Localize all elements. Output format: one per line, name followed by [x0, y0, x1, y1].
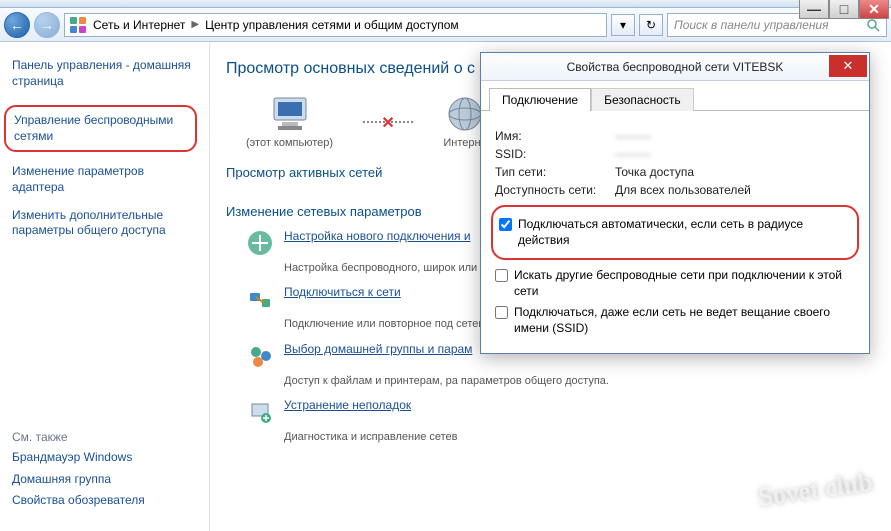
prop-type-value: Точка доступа [615, 165, 694, 179]
computer-label: (этот компьютер) [246, 137, 333, 149]
window-titlebar: — □ ✕ [0, 0, 891, 8]
prop-avail-label: Доступность сети: [495, 183, 615, 197]
forward-button[interactable]: → [34, 12, 60, 38]
check-auto-connect-label: Подключаться автоматически, если сеть в … [518, 217, 851, 248]
dialog-titlebar[interactable]: Свойства беспроводной сети VITEBSK ✕ [481, 53, 869, 81]
sidebar-link-wireless-manage[interactable]: Управление беспроводными сетями [4, 105, 197, 152]
chevron-right-icon: ▶ [191, 19, 199, 30]
check-search-other[interactable]: Искать другие беспроводные сети при подк… [495, 268, 855, 299]
sidebar-link-internet-options[interactable]: Свойства обозревателя [12, 493, 197, 509]
homegroup-icon [246, 342, 274, 370]
troubleshoot-icon [246, 398, 274, 426]
window-close-button[interactable]: ✕ [859, 0, 889, 19]
check-auto-connect-input[interactable] [499, 218, 512, 231]
tab-security[interactable]: Безопасность [591, 88, 694, 111]
check-hidden-ssid[interactable]: Подключаться, даже если сеть не ведет ве… [495, 305, 855, 336]
back-button[interactable]: ← [4, 12, 30, 38]
sidebar-link-sharing-settings[interactable]: Изменить дополнительные параметры общего… [12, 208, 197, 239]
check-auto-connect[interactable]: Подключаться автоматически, если сеть в … [499, 217, 851, 248]
connection-broken-icon: ✕ [381, 113, 394, 133]
task-desc: Диагностика и исправление сетев [284, 430, 875, 444]
connection-line: ✕ [363, 121, 413, 123]
prop-name-value: ——— [615, 129, 651, 143]
prop-name-label: Имя: [495, 129, 615, 143]
task-link: Настройка нового подключения и [284, 229, 471, 243]
breadcrumb-item[interactable]: Сеть и Интернет [93, 18, 185, 32]
network-sharing-icon [69, 16, 87, 34]
computer-icon [268, 94, 312, 134]
dialog-body: Имя:——— SSID:——— Тип сети:Точка доступа … [481, 110, 869, 353]
dialog-close-button[interactable]: ✕ [829, 55, 867, 77]
check-hidden-ssid-label: Подключаться, даже если сеть не ведет ве… [514, 305, 855, 336]
check-search-other-label: Искать другие беспроводные сети при подк… [514, 268, 855, 299]
sidebar-see-also-header: См. также [12, 430, 197, 444]
wireless-properties-dialog: Свойства беспроводной сети VITEBSK ✕ Под… [480, 52, 870, 354]
check-hidden-ssid-input[interactable] [495, 306, 508, 319]
dialog-title-text: Свойства беспроводной сети VITEBSK [567, 60, 784, 74]
sidebar-link-homegroup[interactable]: Домашняя группа [12, 472, 197, 488]
address-bar[interactable]: Сеть и Интернет ▶ Центр управления сетям… [64, 13, 607, 37]
tab-connection[interactable]: Подключение [489, 88, 591, 111]
window-maximize-button[interactable]: □ [829, 0, 859, 19]
sidebar-home-link[interactable]: Панель управления - домашняя страница [12, 58, 197, 89]
task-link: Подключиться к сети [284, 285, 401, 299]
address-dropdown-button[interactable]: ▾ [611, 14, 635, 36]
connect-network-icon [246, 285, 274, 313]
search-placeholder: Поиск в панели управления [674, 18, 829, 32]
sidebar-link-firewall[interactable]: Брандмауэр Windows [12, 450, 197, 466]
search-icon [866, 18, 880, 32]
prop-ssid-label: SSID: [495, 147, 615, 161]
prop-type-label: Тип сети: [495, 165, 615, 179]
prop-avail-value: Для всех пользователей [615, 183, 751, 197]
task-link: Устранение неполадок [284, 398, 411, 412]
new-connection-icon [246, 229, 274, 257]
refresh-button[interactable]: ↻ [639, 14, 663, 36]
prop-ssid-value: ——— [615, 147, 651, 161]
task-link: Выбор домашней группы и парам [284, 342, 472, 356]
sidebar-link-adapter-settings[interactable]: Изменение параметров адаптера [12, 164, 197, 195]
nav-bar: ← → Сеть и Интернет ▶ Центр управления с… [0, 8, 891, 42]
task-desc: Доступ к файлам и принтерам, ра параметр… [284, 374, 875, 388]
window-minimize-button[interactable]: — [799, 0, 829, 19]
check-search-other-input[interactable] [495, 269, 508, 282]
task-troubleshoot[interactable]: Устранение неполадок [246, 398, 875, 426]
sidebar: Панель управления - домашняя страница Уп… [0, 42, 210, 531]
breadcrumb-item[interactable]: Центр управления сетями и общим доступом [205, 18, 459, 32]
